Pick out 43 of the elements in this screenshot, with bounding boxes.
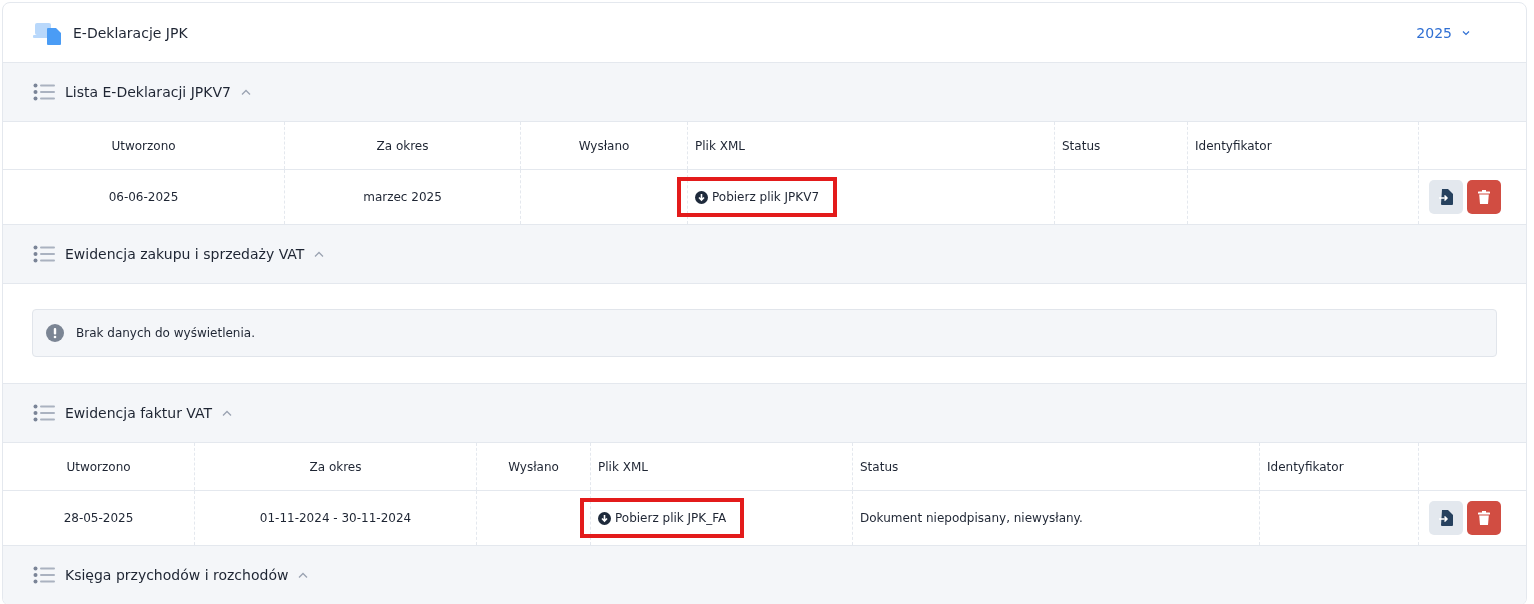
section-title: Lista E-Deklaracji JPKV7 <box>65 84 231 100</box>
list-icon <box>33 566 55 584</box>
column-header: Identyfikator <box>1195 138 1272 153</box>
download-icon <box>695 190 708 204</box>
column-header: Status <box>860 459 899 474</box>
section-title: Ewidencja faktur VAT <box>65 405 213 421</box>
section-title: Ewidencja zakupu i sprzedaży VAT <box>65 246 305 262</box>
file-import-icon <box>1439 189 1453 205</box>
column-header: Identyfikator <box>1267 459 1344 474</box>
trash-icon <box>1478 190 1490 204</box>
column-header: Wysłano <box>508 459 559 474</box>
table-cell: 28-05-2025 <box>63 511 134 525</box>
document-icon <box>33 20 63 45</box>
column-header: Wysłano <box>578 138 630 153</box>
column-header: Utworzono <box>111 138 176 153</box>
exclamation-icon <box>46 324 64 342</box>
column-header: Za okres <box>309 459 362 474</box>
status-text: Dokument niepodpisany, niewysłany. <box>860 511 1083 525</box>
column-header: Za okres <box>376 138 429 153</box>
download-icon <box>598 511 611 525</box>
download-link[interactable]: Pobierz plik JPK_FA <box>598 511 727 525</box>
column-header: Status <box>1062 138 1101 153</box>
chevron-down-icon <box>1462 29 1470 36</box>
table-cell: 06-06-2025 <box>108 190 179 204</box>
section-title: Księga przychodów i rozchodów <box>65 567 289 583</box>
trash-icon <box>1478 511 1490 525</box>
column-header: Plik XML <box>598 459 648 474</box>
column-header: Utworzono <box>66 459 131 474</box>
column-header: Plik XML <box>695 138 745 153</box>
list-icon <box>33 245 55 263</box>
file-import-button[interactable] <box>1429 180 1463 214</box>
list-icon <box>33 404 55 422</box>
empty-message: Brak danych do wyświetlenia. <box>76 326 255 340</box>
download-link[interactable]: Pobierz plik JPKV7 <box>695 190 820 204</box>
delete-button[interactable] <box>1467 501 1501 535</box>
file-import-button[interactable] <box>1429 501 1463 535</box>
delete-button[interactable] <box>1467 180 1501 214</box>
year-dropdown[interactable]: 2025 <box>1416 24 1496 41</box>
list-icon <box>33 83 55 101</box>
table-cell: 01-11-2024 - 30-11-2024 <box>259 511 412 525</box>
table-cell: marzec 2025 <box>363 190 442 204</box>
file-import-icon <box>1439 510 1453 526</box>
page-title: E-Deklaracje JPK <box>73 24 188 41</box>
